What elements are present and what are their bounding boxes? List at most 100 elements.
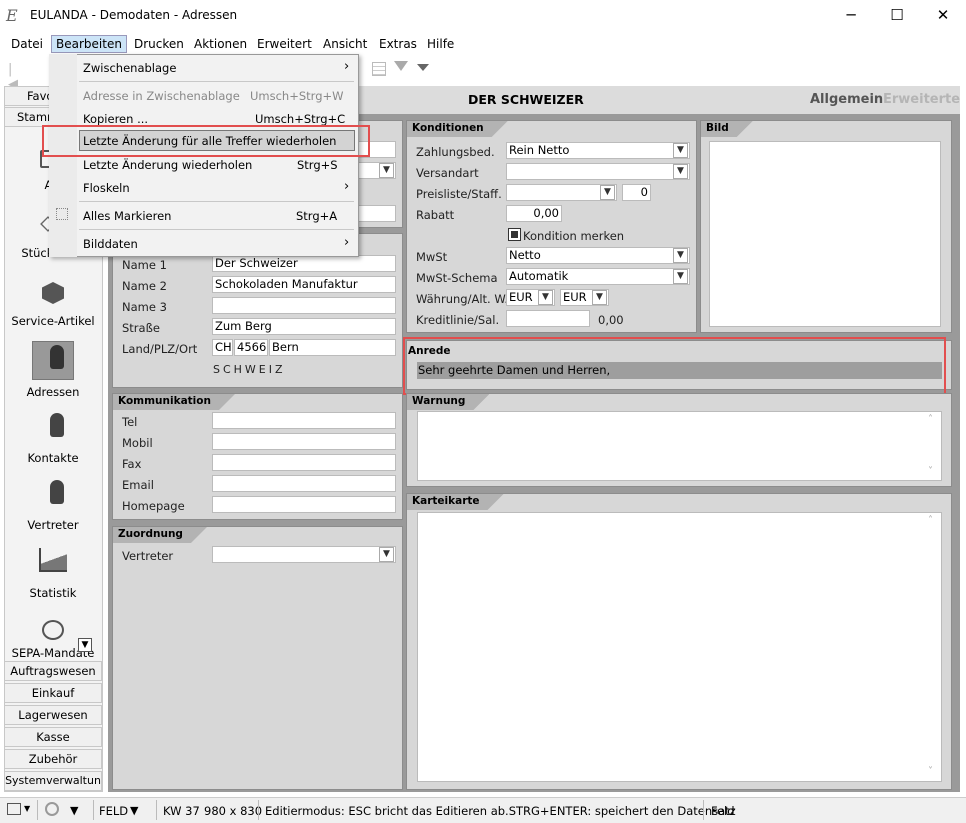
nav-adressen[interactable]: Adressen	[4, 345, 102, 399]
chevron-down-icon[interactable]: ▼	[379, 547, 394, 562]
grid-icon[interactable]	[372, 62, 386, 76]
scroll-down-icon[interactable]: ˅	[928, 766, 933, 777]
country-input[interactable]: CH	[212, 339, 233, 356]
minimize-button[interactable]: ─	[828, 0, 874, 31]
warning-title: Warnung	[407, 394, 489, 410]
menu-item-adresse-zwischenablage[interactable]: Adresse in Zwischenablage	[83, 89, 240, 103]
filter-icon[interactable]	[394, 61, 408, 71]
shipping-select[interactable]	[506, 163, 690, 180]
zip-input[interactable]: 4566	[234, 339, 268, 356]
status-mode: FELD	[99, 804, 129, 818]
menu-datei[interactable]: Datei	[11, 37, 43, 51]
window-icon[interactable]	[7, 803, 21, 815]
nav-kontakte[interactable]: Kontakte	[4, 413, 102, 465]
saldo-value: 0,00	[598, 313, 624, 327]
label-fax: Fax	[122, 457, 142, 471]
status-divider	[156, 800, 157, 820]
payment-select[interactable]: Rein Netto	[506, 142, 690, 159]
field-top3[interactable]	[358, 205, 396, 222]
tab-auftragswesen[interactable]: Auftragswesen	[4, 661, 102, 681]
tab-einkauf[interactable]: Einkauf	[4, 683, 102, 703]
chevron-down-icon[interactable]: ▼	[673, 269, 688, 284]
record-title: DER SCHWEIZER	[468, 92, 584, 107]
label-vertreter: Vertreter	[122, 549, 174, 563]
warning-textarea[interactable]	[417, 411, 942, 481]
city-input[interactable]: Bern	[269, 339, 396, 356]
tel-input[interactable]	[212, 412, 396, 429]
label-homepage: Homepage	[122, 499, 185, 513]
menu-item-alles-markieren[interactable]: Alles Markieren	[83, 209, 171, 223]
menu-item-zwischenablage[interactable]: Zwischenablage	[83, 61, 176, 75]
label-mwst: MwSt	[416, 250, 448, 264]
chevron-down-icon[interactable]: ▼	[592, 290, 607, 305]
homepage-input[interactable]	[212, 496, 396, 513]
shortcut-alles-markieren: Strg+A	[296, 209, 338, 223]
tab-kasse[interactable]: Kasse	[4, 727, 102, 747]
mobil-input[interactable]	[212, 433, 396, 450]
tab-erweiterte[interactable]: Erweiterte	[883, 92, 960, 107]
name3-input[interactable]	[212, 297, 396, 314]
vat-select[interactable]: Netto	[506, 247, 690, 264]
menu-drucken[interactable]: Drucken	[134, 37, 184, 51]
maximize-button[interactable]: ☐	[874, 0, 920, 31]
filter-dropdown-icon[interactable]	[417, 64, 429, 71]
menu-separator	[79, 229, 354, 230]
card-textarea[interactable]	[417, 512, 942, 782]
chevron-down-icon[interactable]: ▼	[379, 163, 394, 178]
menu-item-kopieren[interactable]: Kopieren ...	[83, 112, 148, 126]
chevron-down-icon[interactable]: ▼	[24, 804, 30, 813]
label-zahlungsbed: Zahlungsbed.	[416, 145, 495, 159]
chevron-down-icon[interactable]: ▼	[600, 185, 615, 200]
discount-input[interactable]: 0,00	[506, 205, 562, 222]
chevron-down-icon[interactable]: ▼	[538, 290, 553, 305]
name1-input[interactable]: Der Schweizer	[212, 255, 396, 272]
label-street: Straße	[122, 321, 160, 335]
mode-dropdown-icon[interactable]: ▼	[130, 804, 138, 817]
box-icon	[42, 282, 64, 304]
scroll-up-icon[interactable]: ˄	[928, 414, 933, 425]
image-area[interactable]	[709, 141, 941, 327]
label-email: Email	[122, 478, 154, 492]
scroll-up-icon[interactable]: ˄	[928, 515, 933, 526]
menu-erweitert[interactable]: Erweitert	[257, 37, 312, 51]
nav-vertreter[interactable]: Vertreter	[4, 480, 102, 532]
menu-extras[interactable]: Extras	[379, 37, 417, 51]
remember-checkbox[interactable]	[508, 228, 521, 241]
menu-separator	[79, 201, 354, 202]
menu-hilfe[interactable]: Hilfe	[427, 37, 454, 51]
chevron-down-icon[interactable]: ▼	[673, 164, 688, 179]
vat-scheme-select[interactable]: Automatik	[506, 268, 690, 285]
nav-service-artikel[interactable]: Service-Artikel	[4, 282, 102, 328]
label-name1: Name 1	[122, 258, 167, 272]
vertreter-select[interactable]	[212, 546, 396, 563]
sidebar-scroll-down-button[interactable]: ▼	[78, 638, 92, 652]
street-input[interactable]: Zum Berg	[212, 318, 396, 335]
chevron-down-icon[interactable]: ▼	[673, 248, 688, 263]
close-button[interactable]: ✕	[920, 0, 966, 31]
menu-ansicht[interactable]: Ansicht	[323, 37, 367, 51]
target-icon[interactable]	[45, 802, 59, 816]
tab-systemverwaltung[interactable]: Systemverwaltun	[4, 771, 102, 791]
tab-zubehoer[interactable]: Zubehör	[4, 749, 102, 769]
chevron-down-icon[interactable]: ▼	[70, 804, 78, 817]
menu-item-letzte-aenderung[interactable]: Letzte Änderung wiederholen	[83, 158, 252, 172]
nav-statistik[interactable]: Statistik	[4, 548, 102, 600]
email-input[interactable]	[212, 475, 396, 492]
menu-aktionen[interactable]: Aktionen	[194, 37, 247, 51]
menu-item-floskeln[interactable]: Floskeln	[83, 181, 130, 195]
chart-icon	[39, 548, 67, 572]
tab-allgemein[interactable]: Allgemein	[810, 92, 883, 107]
pricelist-number[interactable]: 0	[622, 184, 651, 201]
name2-input[interactable]: Schokoladen Manufaktur	[212, 276, 396, 293]
menu-separator	[79, 81, 354, 82]
chevron-down-icon[interactable]: ▼	[673, 143, 688, 158]
scroll-down-icon[interactable]: ˅	[928, 466, 933, 477]
credit-input[interactable]	[506, 310, 590, 327]
first-record-icon[interactable]: |◀	[8, 62, 20, 92]
tab-lagerwesen[interactable]: Lagerwesen	[4, 705, 102, 725]
fax-input[interactable]	[212, 454, 396, 471]
label-tel: Tel	[122, 415, 138, 429]
menu-bearbeiten[interactable]: Bearbeiten	[51, 35, 127, 53]
menu-item-bilddaten[interactable]: Bilddaten	[83, 237, 138, 251]
label-name2: Name 2	[122, 279, 167, 293]
